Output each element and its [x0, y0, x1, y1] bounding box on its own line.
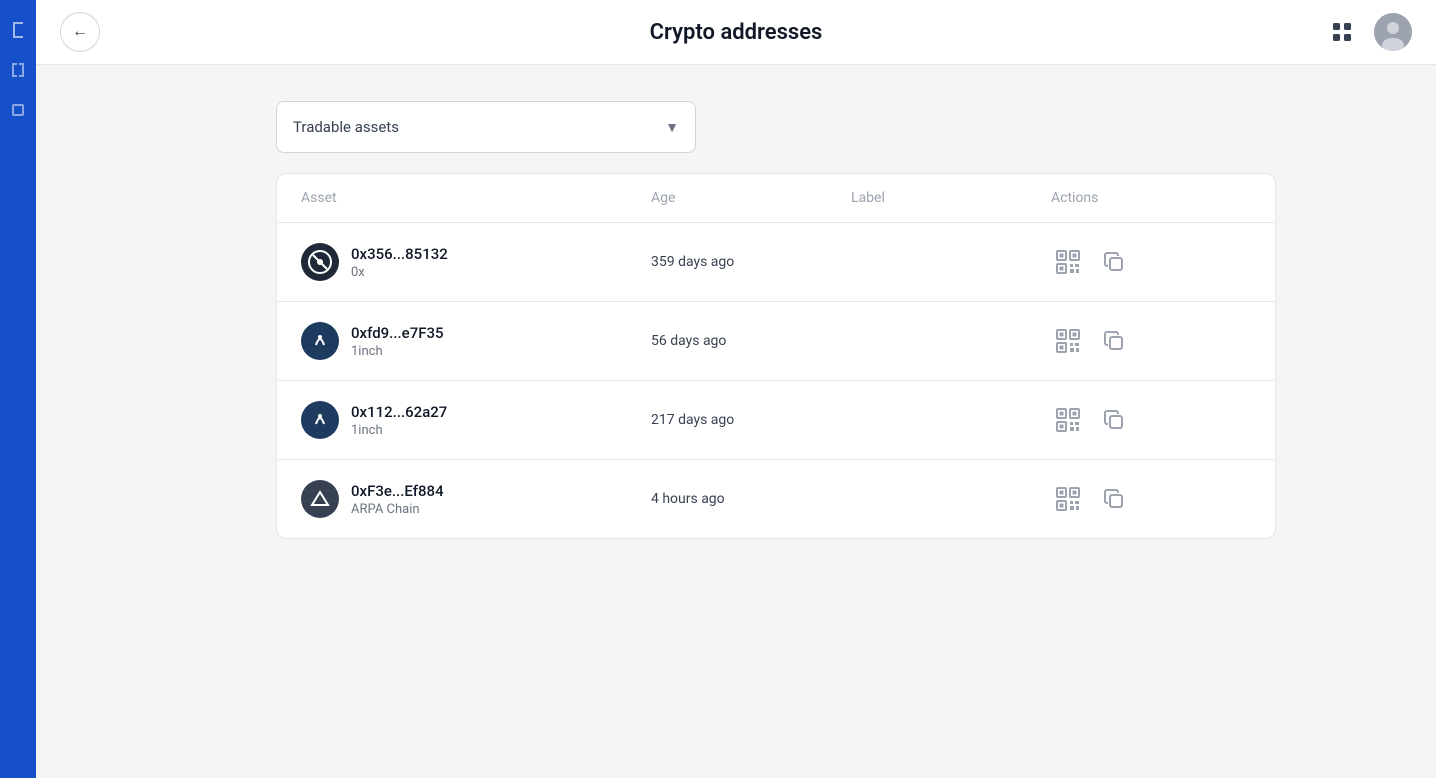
table-row: 0xfd9...e7F35 1inch 56 days ago: [277, 302, 1275, 381]
sidebar-item-2[interactable]: [0, 52, 36, 88]
asset-info-0: 0x356...85132 0x: [351, 245, 448, 280]
copy-button-0[interactable]: [1097, 245, 1131, 279]
grid-icon-button[interactable]: [1322, 12, 1362, 52]
header: ← Crypto addresses: [36, 0, 1436, 65]
asset-filter-dropdown[interactable]: Tradable assets ▼: [276, 101, 696, 153]
asset-icon-1: [301, 322, 339, 360]
sidebar-item-1[interactable]: [0, 12, 36, 48]
copy-button-3[interactable]: [1097, 482, 1131, 516]
asset-address-1: 0xfd9...e7F35: [351, 324, 444, 342]
asset-address-3: 0xF3e...Ef884: [351, 482, 444, 500]
dropdown-label: Tradable assets: [293, 118, 399, 136]
actions-cell-0: [1051, 245, 1251, 279]
dropdown-arrow-icon: ▼: [665, 119, 679, 136]
back-button[interactable]: ←: [60, 12, 100, 52]
asset-cell-2: 0x112...62a27 1inch: [301, 401, 651, 439]
user-avatar[interactable]: [1374, 13, 1412, 51]
header-actions: [1322, 12, 1412, 52]
asset-address-2: 0x112...62a27: [351, 403, 447, 421]
asset-address-0: 0x356...85132: [351, 245, 448, 263]
age-cell-3: 4 hours ago: [651, 491, 851, 507]
column-age: Age: [651, 190, 851, 206]
asset-cell-1: 0xfd9...e7F35 1inch: [301, 322, 651, 360]
age-cell-2: 217 days ago: [651, 412, 851, 428]
asset-info-1: 0xfd9...e7F35 1inch: [351, 324, 444, 359]
addresses-table: Asset Age Label Actions 0x356: [276, 173, 1276, 539]
asset-network-2: 1inch: [351, 423, 447, 438]
asset-info-2: 0x112...62a27 1inch: [351, 403, 447, 438]
qr-button-0[interactable]: [1051, 245, 1085, 279]
asset-cell-0: 0x356...85132 0x: [301, 243, 651, 281]
column-asset: Asset: [301, 190, 651, 206]
asset-info-3: 0xF3e...Ef884 ARPA Chain: [351, 482, 444, 517]
actions-cell-3: [1051, 482, 1251, 516]
copy-button-1[interactable]: [1097, 324, 1131, 358]
qr-button-3[interactable]: [1051, 482, 1085, 516]
column-actions: Actions: [1051, 190, 1251, 206]
table-row: 0xF3e...Ef884 ARPA Chain 4 hours ago: [277, 460, 1275, 538]
asset-network-3: ARPA Chain: [351, 502, 444, 517]
table-row: 0x356...85132 0x 359 days ago: [277, 223, 1275, 302]
asset-cell-3: 0xF3e...Ef884 ARPA Chain: [301, 480, 651, 518]
filter-container: Tradable assets ▼: [276, 101, 1276, 153]
asset-icon-0: [301, 243, 339, 281]
actions-cell-2: [1051, 403, 1251, 437]
asset-network-0: 0x: [351, 265, 448, 280]
table-row: 0x112...62a27 1inch 217 days ago: [277, 381, 1275, 460]
qr-button-1[interactable]: [1051, 324, 1085, 358]
asset-icon-3: [301, 480, 339, 518]
table-header: Asset Age Label Actions: [277, 174, 1275, 223]
column-label: Label: [851, 190, 1051, 206]
content-wrapper: Tradable assets ▼ Asset Age Label Action…: [276, 65, 1276, 539]
asset-icon-2: [301, 401, 339, 439]
age-cell-0: 359 days ago: [651, 254, 851, 270]
copy-button-2[interactable]: [1097, 403, 1131, 437]
sidebar: [0, 0, 36, 778]
asset-network-1: 1inch: [351, 344, 444, 359]
sidebar-item-3[interactable]: [0, 92, 36, 128]
page-title: Crypto addresses: [650, 20, 823, 45]
actions-cell-1: [1051, 324, 1251, 358]
age-cell-1: 56 days ago: [651, 333, 851, 349]
qr-button-2[interactable]: [1051, 403, 1085, 437]
main-content: Tradable assets ▼ Asset Age Label Action…: [36, 0, 1436, 579]
